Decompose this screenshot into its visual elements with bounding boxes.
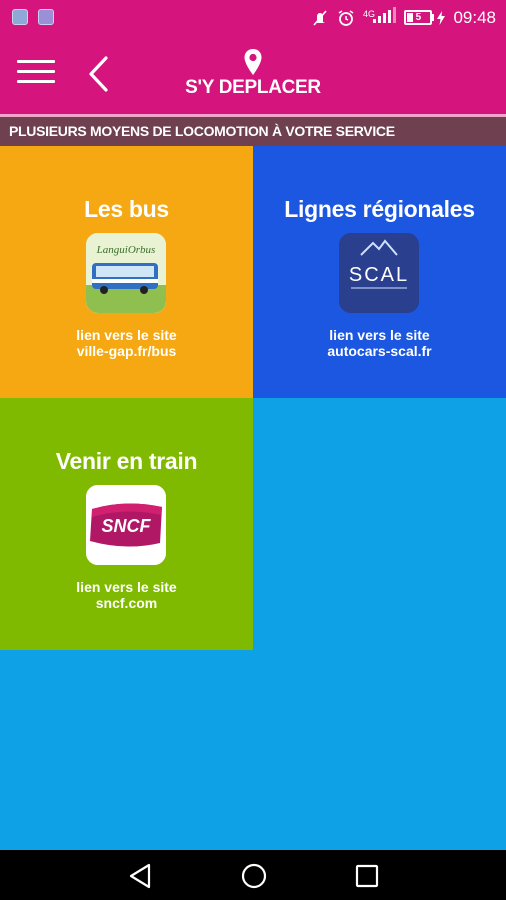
system-icons: 4G 5 09:48 — [311, 7, 496, 28]
location-pin-icon — [244, 49, 262, 75]
scal-logo-icon: SCAL — [339, 233, 419, 313]
app-notification-icon — [12, 9, 28, 25]
mute-icon — [313, 9, 327, 26]
link-label: lien vers le site — [76, 327, 177, 343]
app-notification-icon — [38, 9, 54, 25]
hamburger-icon — [17, 60, 55, 63]
subtitle-banner: PLUSIEURS MOYENS DE LOCOMOTION À VOTRE S… — [0, 114, 506, 146]
tile-regional-lines[interactable]: Lignes régionales SCAL lien vers le site… — [253, 146, 506, 398]
scal-logo-text: SCAL — [349, 264, 409, 286]
tile-bus[interactable]: Les bus LanguiOrbus lien vers le site vi… — [0, 146, 253, 398]
tile-link[interactable]: lien vers le site autocars-scal.fr — [253, 327, 506, 359]
status-bar: 4G 5 09:48 — [0, 0, 506, 36]
charging-icon — [437, 10, 446, 25]
link-label: lien vers le site — [76, 579, 177, 595]
bus-logo-icon: LanguiOrbus — [86, 233, 166, 313]
link-url: sncf.com — [95, 595, 158, 611]
link-label: lien vers le site — [329, 327, 430, 343]
page-title: S'Y DEPLACER — [185, 77, 321, 98]
nav-recent-apps-icon[interactable] — [353, 862, 381, 890]
battery-level: 5 — [415, 12, 422, 23]
app-header: S'Y DEPLACER — [0, 36, 506, 114]
tile-train[interactable]: Venir en train SNCF lien vers le site sn… — [0, 398, 253, 650]
link-url: ville-gap.fr/bus — [76, 343, 177, 359]
link-url: autocars-scal.fr — [327, 343, 432, 359]
sncf-logo-icon: SNCF — [86, 485, 166, 565]
nav-home-icon[interactable] — [240, 862, 268, 890]
tile-title: Lignes régionales — [284, 196, 475, 222]
nav-back-icon[interactable] — [127, 862, 155, 890]
tile-title: Venir en train — [55, 448, 198, 474]
tile-title: Les bus — [84, 196, 169, 222]
clock: 09:48 — [453, 7, 496, 27]
alarm-icon — [338, 9, 354, 26]
system-nav-bar — [0, 850, 506, 900]
banner-text: PLUSIEURS MOYENS DE LOCOMOTION À VOTRE S… — [9, 123, 395, 139]
bus-logo-text: LanguiOrbus — [96, 244, 156, 256]
battery-icon: 5 — [404, 10, 446, 25]
title-block: S'Y DEPLACER — [150, 48, 356, 99]
back-chevron-icon[interactable] — [84, 54, 114, 94]
tile-link[interactable]: lien vers le site ville-gap.fr/bus — [0, 327, 253, 359]
notification-icons — [12, 9, 54, 25]
menu-button[interactable] — [17, 60, 55, 88]
empty-area — [0, 650, 506, 850]
sncf-logo-text: SNCF — [102, 516, 152, 536]
tile-link[interactable]: lien vers le site sncf.com — [0, 579, 253, 611]
signal-icon — [373, 7, 397, 23]
network-type: 4G — [362, 9, 375, 19]
